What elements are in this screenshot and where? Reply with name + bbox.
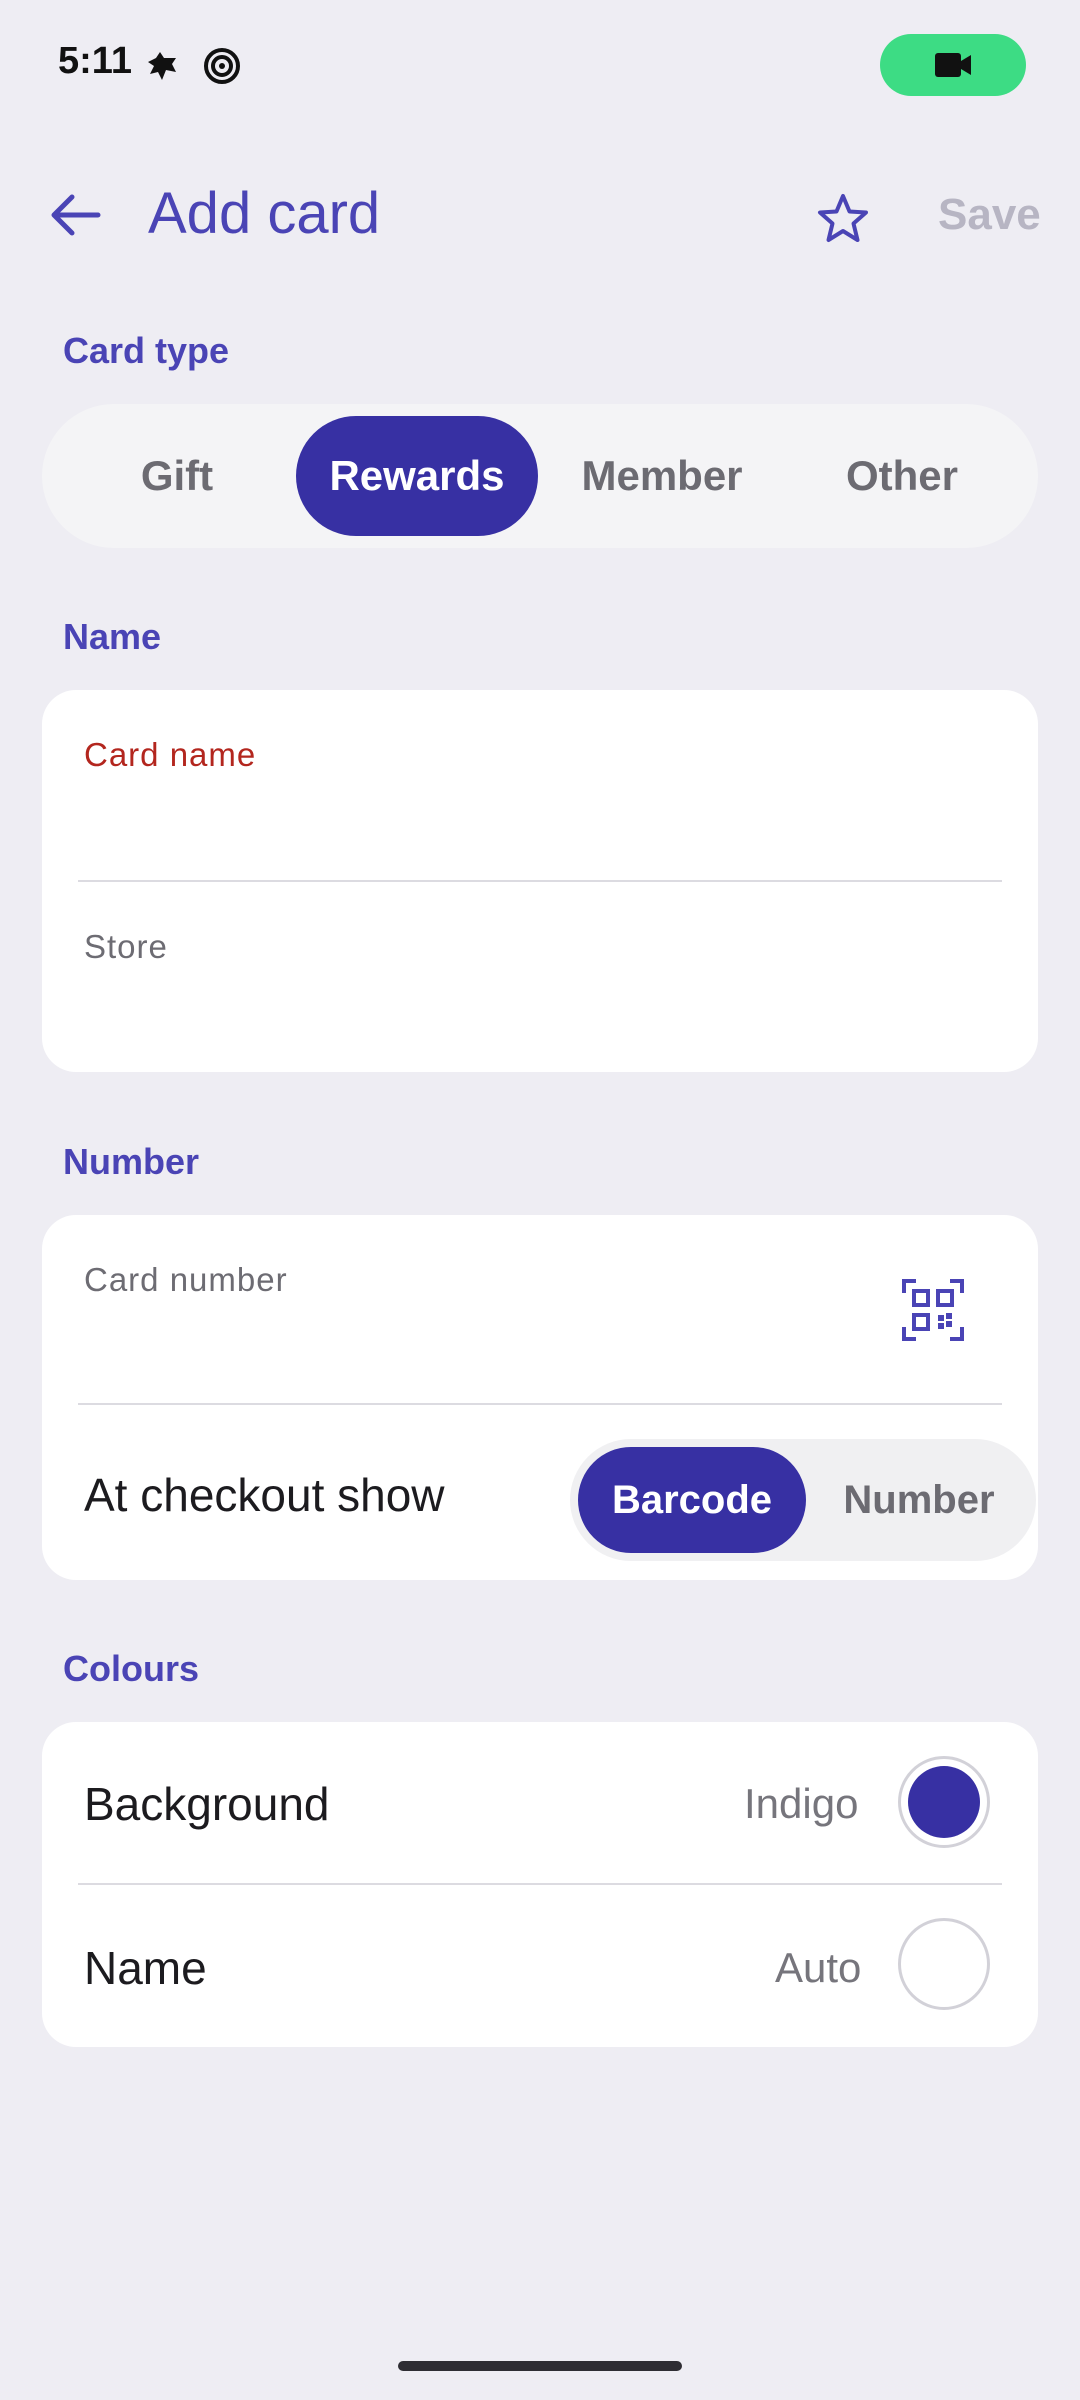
card-type-label: Card type [63,330,230,371]
app-notification-icon [142,46,182,86]
checkout-option-barcode[interactable]: Barcode [578,1447,806,1553]
scan-barcode-button[interactable] [900,1277,966,1343]
background-label: Background [84,1778,330,1830]
screen-record-indicator[interactable] [880,34,1026,96]
divider [78,880,1002,882]
background-value: Indigo [744,1780,859,1827]
spiral-notification-icon [202,46,242,86]
arrow-back-icon [51,194,101,236]
checkout-option-number[interactable]: Number [810,1447,1028,1553]
card-number-input[interactable] [78,1245,898,1395]
home-indicator[interactable] [398,2361,682,2371]
back-button[interactable] [44,183,108,247]
name-section-label: Name [63,616,162,657]
save-button[interactable]: Save [938,190,1041,240]
background-colour-swatch[interactable] [898,1756,990,1848]
card-type-rewards[interactable]: Rewards [296,416,538,536]
name-colour-value: Auto [775,1944,862,1991]
favorite-button[interactable] [810,186,876,252]
checkout-show-toggle: Barcode Number [570,1439,1036,1561]
name-colour-swatch[interactable] [898,1918,990,2010]
card-type-gift[interactable]: Gift [62,416,292,536]
card-type-member[interactable]: Member [542,416,782,536]
checkout-show-label: At checkout show [84,1469,445,1521]
page-title: Add card [148,181,381,246]
status-time: 5:11 [58,40,132,82]
colours-card: Background Indigo Name Auto [42,1722,1038,2047]
video-camera-icon [935,53,971,77]
divider [78,1403,1002,1405]
name-colour-label: Name [84,1942,207,1994]
colours-section-label: Colours [63,1648,200,1689]
number-section-label: Number [63,1141,200,1182]
qr-scan-icon [902,1279,964,1341]
star-icon [818,194,868,242]
name-card: Card name Store [42,690,1038,1072]
number-card: Card number At checkout show Barcode Num… [42,1215,1038,1580]
card-type-selector: Gift Rewards Member Other [42,404,1038,548]
card-type-other[interactable]: Other [786,416,1018,536]
card-name-input[interactable] [78,720,1002,870]
store-input[interactable] [78,910,1002,1050]
indigo-swatch-fill [908,1766,980,1838]
